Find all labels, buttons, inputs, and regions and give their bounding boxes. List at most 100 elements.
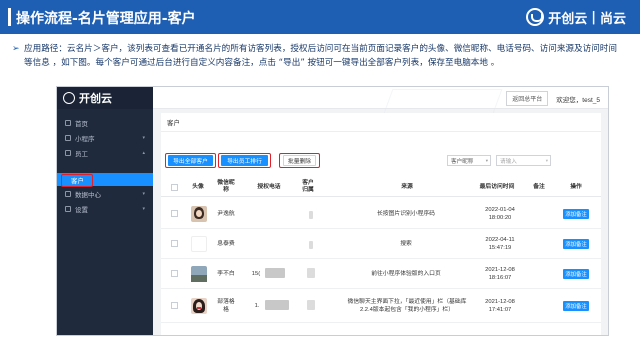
row-checkbox[interactable] [171, 210, 178, 217]
table-header: 头像 微信昵称 授权电话 客户归属 来源 最后访问时间 备注 操作 [161, 177, 601, 197]
content-divider [161, 131, 601, 132]
last-visit-date: 2021-12-08 [485, 299, 515, 305]
last-visit-time: 18:00:20 [488, 215, 512, 221]
avatar [191, 266, 207, 282]
last-visit-date: 2022-04-11 [485, 237, 515, 243]
chevron-down-icon: ▾ [142, 134, 145, 141]
avatar [191, 206, 207, 222]
row-checkbox[interactable] [171, 240, 178, 247]
cloud-logo-icon [63, 92, 75, 104]
phone-cell: 1. [254, 303, 260, 309]
column-header-phone: 授权电话 [257, 184, 281, 190]
last-visit-date: 2021-12-08 [485, 267, 515, 273]
phone-cell: 15( [251, 271, 261, 277]
welcome-text: 欢迎您，test_5 [556, 96, 600, 104]
app-logo: 开创云 [57, 87, 153, 109]
brand-suffix: 尚云 [599, 11, 626, 27]
sidebar-item-spacer [57, 160, 153, 173]
sidebar-item-home[interactable]: 首页 [57, 115, 153, 130]
filter-select-value: 客户昵称 [451, 158, 474, 165]
sidebar-item-data-center[interactable]: 数据中心 ▾ [57, 186, 153, 201]
last-visit-cell: 2022-04-11 15:47:19 [473, 236, 527, 252]
description-paragraph: ➢ 应用路径：云名片＞客户，该列表可查看已开通名片的所有访客列表，授权后访问可在… [12, 42, 624, 70]
sidebar-item-label: 数据中心 [75, 191, 101, 199]
main-content: 客户 导出全部客户 导出员工排行 批量删除 客户昵称 ▾ 请输入 ▾ 头像 微信… [161, 113, 601, 335]
column-header-nickname: 微信昵称 [217, 180, 235, 193]
column-header-owner: 客户归属 [302, 180, 314, 193]
breadcrumb: 客户 [167, 120, 180, 127]
app-sidebar: 开创云 首页 小程序 ▾ 员工 ▴ 客户 数据中心 ▾ 设置 ▾ [57, 87, 153, 335]
owner-redaction-mask [307, 300, 315, 310]
home-icon [65, 119, 71, 126]
sidebar-item-settings[interactable]: 设置 ▾ [57, 201, 153, 216]
phone-redaction-mask [265, 300, 289, 310]
gear-icon [65, 205, 71, 212]
avatar [191, 236, 207, 252]
nickname-cell: 尹逸航 [217, 211, 235, 217]
last-visit-time: 17:41:07 [488, 307, 512, 313]
sidebar-item-staff[interactable]: 员工 ▴ [57, 145, 153, 160]
sidebar-item-label: 员工 [75, 150, 88, 158]
last-visit-cell: 2022-01-04 18:00:20 [473, 206, 527, 222]
slide-header: 操作流程-名片管理应用-客户 开创云 | 尚云 [0, 0, 640, 34]
bullet-arrow-icon: ➢ [12, 44, 20, 54]
chevron-down-icon: ▾ [142, 190, 145, 197]
nickname-cell: 部落格格 [217, 299, 235, 313]
filter-input-placeholder: 请输入 [500, 158, 517, 165]
add-remark-button[interactable]: 添加备注 [563, 301, 589, 311]
sidebar-item-label: 小程序 [75, 135, 95, 143]
source-cell: 长按图片识别小程序码 [377, 211, 435, 217]
filter-search-input[interactable]: 请输入 ▾ [496, 155, 551, 166]
avatar [191, 298, 207, 314]
select-all-checkbox[interactable] [171, 184, 178, 191]
last-visit-cell: 2021-12-08 18:16:07 [473, 266, 527, 282]
source-cell: 微信聊天主界面下拉，「最近使用」栏（基础库2.2.4版本起包含「我的小程序」栏） [347, 299, 467, 313]
sidebar-item-miniprogram[interactable]: 小程序 ▾ [57, 130, 153, 145]
miniprogram-icon [65, 134, 71, 141]
table-row: 息泰费 搜索 2022-04-11 15:47:19 添加备注 [161, 229, 601, 259]
source-cell: 搜索 [400, 241, 412, 247]
export-all-customers-button[interactable]: 导出全部客户 [168, 155, 213, 166]
table-row: 李不白 15( 前往小程序体验版的入口页 2021-12-08 18:16:07 … [161, 259, 601, 289]
description-text: 应用路径：云名片＞客户，该列表可查看已开通名片的所有访客列表，授权后访问可在当前… [24, 44, 617, 68]
chart-icon [65, 190, 71, 197]
export-staff-ranking-button[interactable]: 导出员工排行 [221, 155, 268, 166]
app-screenshot: 返回总平台 欢迎您，test_5 开创云 首页 小程序 ▾ 员工 ▴ 客户 数据… [56, 86, 609, 336]
owner-redaction-mask [309, 241, 313, 249]
last-visit-time: 15:47:19 [488, 245, 512, 251]
add-remark-button[interactable]: 添加备注 [563, 239, 589, 249]
chevron-up-icon: ▴ [142, 149, 145, 156]
header-accent-bar [8, 8, 11, 26]
sidebar-item-label: 首页 [75, 120, 88, 128]
column-header-source: 来源 [401, 184, 413, 190]
back-to-platform-button[interactable]: 返回总平台 [506, 91, 549, 106]
chevron-down-icon: ▾ [142, 205, 145, 212]
column-header-avatar: 头像 [192, 184, 204, 190]
last-visit-time: 18:16:07 [488, 275, 512, 281]
owner-redaction-mask [307, 268, 315, 278]
column-header-remark: 备注 [533, 184, 545, 190]
last-visit-cell: 2021-12-08 17:41:07 [473, 298, 527, 314]
chevron-down-icon: ▾ [545, 157, 548, 163]
add-remark-button[interactable]: 添加备注 [563, 209, 589, 219]
table-row: 部落格格 1. 微信聊天主界面下拉，「最近使用」栏（基础库2.2.4版本起包含「… [161, 289, 601, 323]
table-row: 尹逸航 长按图片识别小程序码 2022-01-04 18:00:20 添加备注 [161, 199, 601, 229]
chevron-down-icon: ▾ [485, 157, 488, 163]
brand-separator: | [591, 9, 596, 25]
brand-name: 开创云 [548, 11, 588, 27]
topbar-right: 返回总平台 欢迎您，test_5 [506, 91, 600, 106]
phone-redaction-mask [265, 268, 285, 278]
column-header-action: 操作 [570, 184, 582, 190]
column-header-last-visit: 最后访问时间 [479, 184, 515, 190]
row-checkbox[interactable] [171, 270, 178, 277]
row-checkbox[interactable] [171, 302, 178, 309]
batch-delete-button[interactable]: 批量删除 [283, 155, 316, 166]
add-remark-button[interactable]: 添加备注 [563, 269, 589, 279]
filter-field-select[interactable]: 客户昵称 ▾ [447, 155, 491, 166]
app-logo-text: 开创云 [79, 92, 112, 105]
brand-logo: 开创云 | 尚云 [526, 7, 626, 27]
nickname-cell: 息泰费 [217, 241, 235, 247]
last-visit-date: 2022-01-04 [485, 207, 515, 213]
nickname-cell: 李不白 [217, 271, 235, 277]
source-cell: 前往小程序体验版的入口页 [371, 271, 441, 277]
